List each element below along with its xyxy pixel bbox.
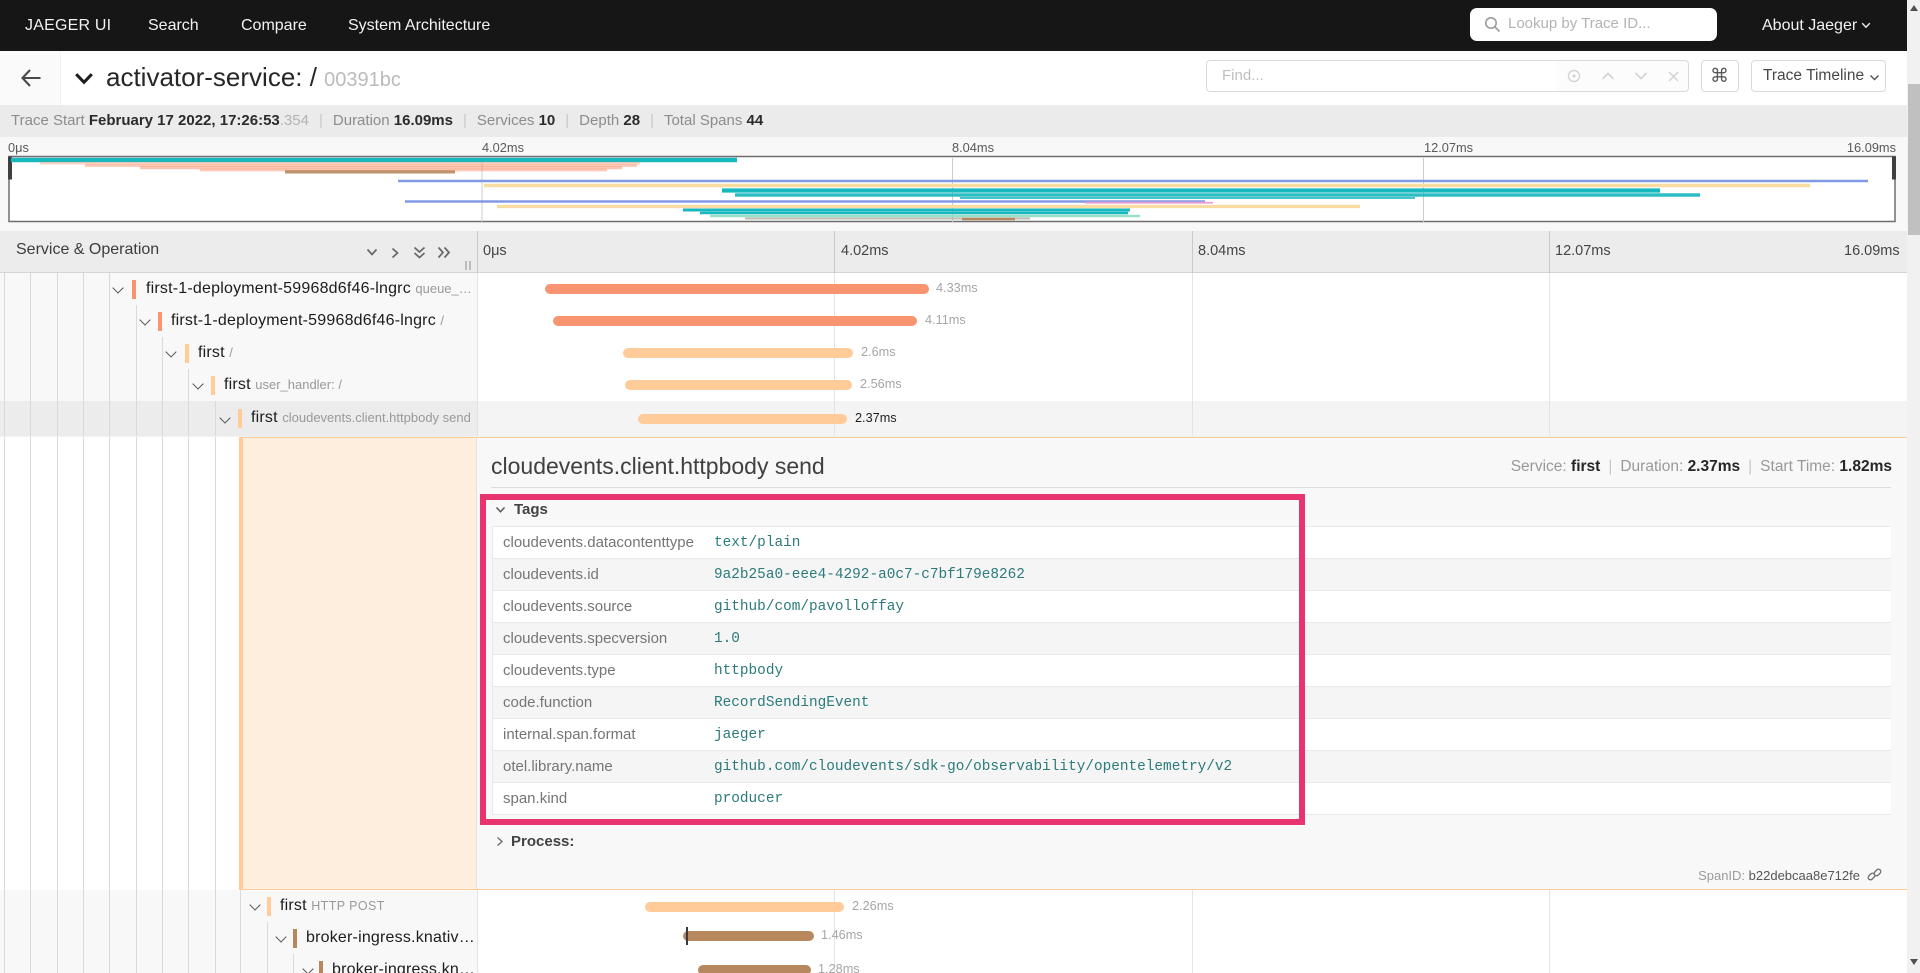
- svg-text:8.04ms: 8.04ms: [952, 140, 994, 155]
- svg-text:0μs: 0μs: [8, 140, 29, 155]
- svg-text:12.07ms: 12.07ms: [1424, 140, 1473, 155]
- svg-text:4.02ms: 4.02ms: [482, 140, 524, 155]
- svg-text:16.09ms: 16.09ms: [1847, 140, 1896, 155]
